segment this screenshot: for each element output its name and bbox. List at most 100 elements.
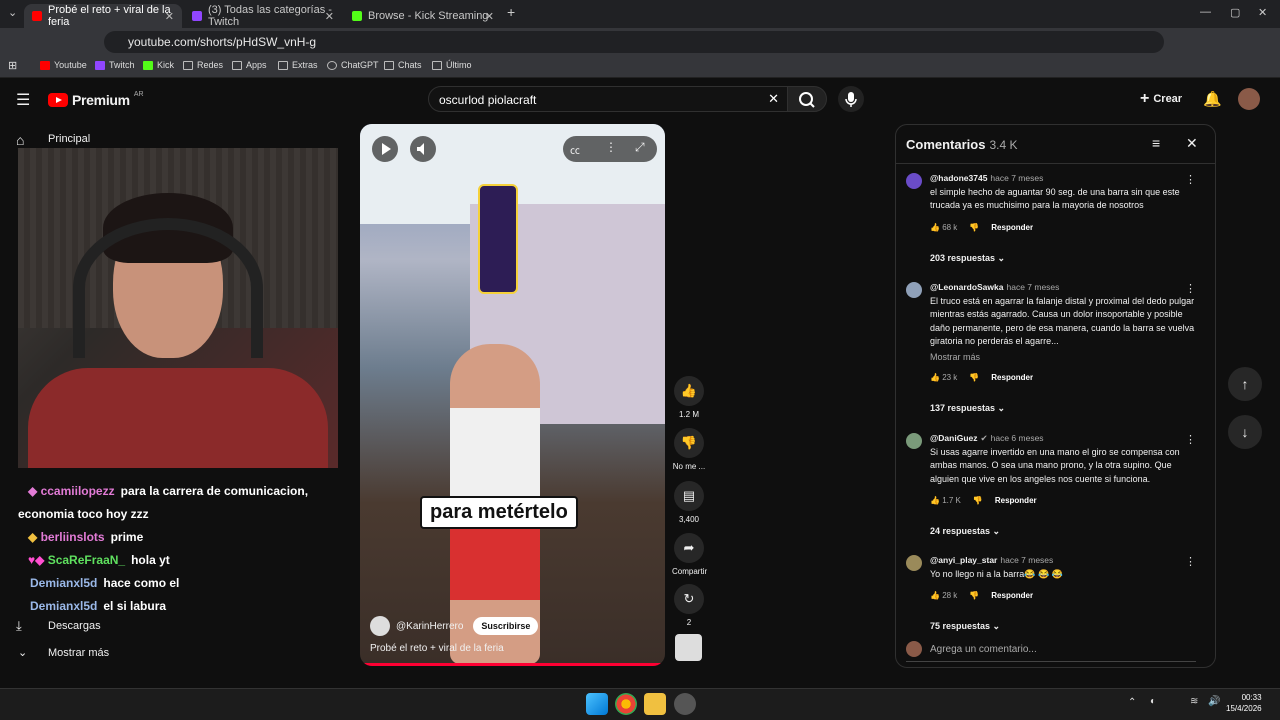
close-icon[interactable]: ✕ <box>1186 135 1198 152</box>
thumbs-down-icon: 👎 <box>674 428 704 458</box>
bookmark-apps[interactable]: Apps <box>232 60 267 70</box>
more-vert-icon[interactable]: ⋮ <box>605 140 617 154</box>
bookmark-twitch[interactable]: Twitch <box>95 60 135 70</box>
view-replies-button[interactable]: 75 respuestas ⌄ <box>930 621 1000 632</box>
commenter-name[interactable]: @LeonardoSawka <box>930 282 1003 292</box>
create-button[interactable]: + Crear <box>1140 86 1182 112</box>
bookmark-extras[interactable]: Extras <box>278 60 318 70</box>
home-icon[interactable]: ⌂ <box>16 132 24 148</box>
tab-twitch[interactable]: (3) Todas las categorías - Twitch ✕ <box>184 4 342 28</box>
notifications-bell-icon[interactable]: 🔔 <box>1203 90 1222 108</box>
commenter-avatar[interactable] <box>906 433 922 449</box>
tab-youtube[interactable]: Probé el reto + viral de la feria ✕ <box>24 4 182 28</box>
system-clock[interactable]: 00:33 15/4/2026 <box>1226 692 1262 714</box>
youtube-premium-logo[interactable]: Premium AR <box>48 90 144 108</box>
start-button-icon[interactable] <box>586 693 608 715</box>
sidebar-item-home[interactable]: Principal <box>48 133 90 145</box>
maximize-icon[interactable]: ▢ <box>1230 6 1240 19</box>
share-button[interactable]: ➦ Compartir <box>672 533 707 576</box>
like-button[interactable]: 👍 1.2 M <box>672 376 706 419</box>
commenter-name[interactable]: @DaniGuez <box>930 433 978 443</box>
commenter-avatar[interactable] <box>906 555 922 571</box>
commenter-avatar[interactable] <box>906 282 922 298</box>
account-avatar[interactable] <box>1238 88 1260 110</box>
obs-taskbar-icon[interactable] <box>674 693 696 715</box>
minimize-icon[interactable]: — <box>1200 6 1211 18</box>
bookmark-kick[interactable]: Kick <box>143 60 174 70</box>
file-explorer-icon[interactable] <box>644 693 666 715</box>
folder-icon <box>232 60 242 70</box>
dislike-icon[interactable]: 👎 <box>969 591 979 600</box>
bookmark-redes[interactable]: Redes <box>183 60 223 70</box>
view-replies-button[interactable]: 137 respuestas ⌄ <box>930 403 1005 414</box>
dislike-icon[interactable]: 👎 <box>969 373 979 382</box>
like-icon[interactable]: 👍 68 k <box>930 223 957 232</box>
progress-bar[interactable] <box>360 663 665 666</box>
sort-icon[interactable]: ≡ <box>1152 135 1160 151</box>
channel-avatar[interactable] <box>370 616 390 636</box>
fullscreen-icon[interactable]: ⤢ <box>635 140 645 155</box>
wifi-icon[interactable]: ≋ <box>1190 696 1198 707</box>
new-tab-icon[interactable]: + <box>507 4 515 20</box>
close-tab-icon[interactable]: ✕ <box>325 10 334 23</box>
dislike-icon[interactable]: 👎 <box>969 223 979 232</box>
more-vert-icon[interactable]: ⋮ <box>1185 173 1196 186</box>
volume-tray-icon[interactable]: 🔊 <box>1208 696 1220 707</box>
close-window-icon[interactable]: ✕ <box>1258 6 1267 19</box>
bookmark-chatgpt[interactable]: ChatGPT <box>327 60 379 70</box>
commenter-avatar[interactable] <box>906 173 922 189</box>
clear-search-icon[interactable]: ✕ <box>768 91 779 107</box>
like-icon[interactable]: 👍 23 k <box>930 373 957 382</box>
voice-search-button[interactable] <box>838 86 864 112</box>
like-icon[interactable]: 👍 1.7 K <box>930 496 961 505</box>
search-input[interactable]: oscurlod piolacraft ✕ <box>428 86 788 112</box>
close-tab-icon[interactable]: ✕ <box>485 10 494 23</box>
dislike-icon[interactable]: 👎 <box>973 496 983 505</box>
like-icon[interactable]: 👍 28 k <box>930 591 957 600</box>
reply-button[interactable]: Responder <box>991 591 1033 600</box>
region-code: AR <box>133 90 144 98</box>
short-video-player[interactable]: ㏄ ⋮ ⤢ para metértelo @KarinHerrero Suscr… <box>360 124 665 666</box>
more-vert-icon[interactable]: ⋮ <box>1185 433 1196 446</box>
play-button[interactable] <box>372 136 398 162</box>
reply-button[interactable]: Responder <box>991 223 1033 232</box>
bookmark-chats[interactable]: Chats <box>384 60 422 70</box>
next-short-button[interactable]: ↓ <box>1228 415 1262 449</box>
sound-thumbnail[interactable] <box>675 634 702 661</box>
reply-button[interactable]: Responder <box>995 496 1037 505</box>
commenter-name[interactable]: @hadone3745 <box>930 173 987 183</box>
captions-icon[interactable]: ㏄ <box>570 142 580 157</box>
channel-name[interactable]: @KarinHerrero <box>396 621 463 632</box>
view-replies-button[interactable]: 203 respuestas ⌄ <box>930 253 1005 264</box>
url-field[interactable]: youtube.com/shorts/pHdSW_vnH-g <box>104 31 1164 53</box>
tab-search-icon[interactable]: ⌄ <box>8 6 17 19</box>
network-icon[interactable]: ◐ <box>1150 696 1156 707</box>
hamburger-menu-icon[interactable]: ☰ <box>16 90 30 110</box>
bookmark-ultimo[interactable]: Último <box>432 60 472 70</box>
comment-text: El truco está en agarrar la falanje dist… <box>930 296 1195 347</box>
apps-grid-icon[interactable]: ⊞ <box>8 59 17 72</box>
sidebar-item-show-more[interactable]: Mostrar más <box>48 647 109 659</box>
view-replies-button[interactable]: 24 respuestas ⌄ <box>930 526 1000 537</box>
subscribe-button[interactable]: Suscribirse <box>473 617 539 635</box>
commenter-name[interactable]: @anyi_play_star <box>930 555 997 565</box>
show-more-link[interactable]: Mostrar más <box>930 352 980 362</box>
download-icon[interactable]: ⤓ <box>16 618 22 634</box>
tray-chevron-icon[interactable]: ⌃ <box>1128 697 1136 708</box>
remix-button[interactable]: ↻ 2 <box>672 584 706 627</box>
more-vert-icon[interactable]: ⋮ <box>1185 555 1196 568</box>
previous-short-button[interactable]: ↑ <box>1228 367 1262 401</box>
bookmark-youtube[interactable]: Youtube <box>40 60 87 70</box>
close-tab-icon[interactable]: ✕ <box>165 10 174 23</box>
reply-button[interactable]: Responder <box>991 373 1033 382</box>
comments-button[interactable]: ▤ 3,400 <box>672 481 706 524</box>
add-comment-field[interactable]: Agrega un comentario... <box>906 641 1196 662</box>
more-vert-icon[interactable]: ⋮ <box>1185 282 1196 295</box>
chrome-taskbar-icon[interactable] <box>615 693 637 715</box>
search-button[interactable] <box>787 86 827 112</box>
tab-kick[interactable]: Browse - Kick Streaming ✕ <box>344 4 502 28</box>
sidebar-item-downloads[interactable]: Descargas <box>48 620 101 632</box>
chevron-down-icon[interactable]: ⌄ <box>18 646 27 659</box>
dislike-button[interactable]: 👎 No me ... <box>672 428 706 471</box>
volume-button[interactable] <box>410 136 436 162</box>
